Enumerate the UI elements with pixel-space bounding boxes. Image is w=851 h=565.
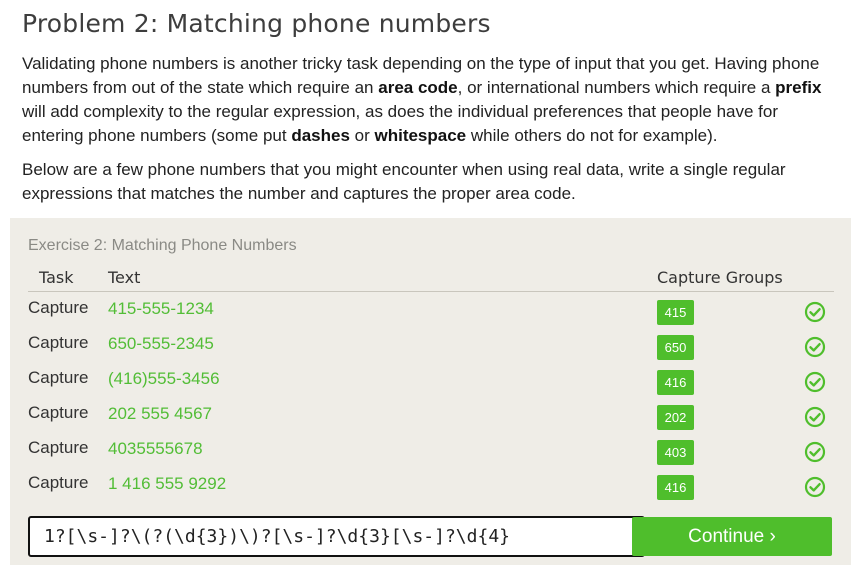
instructions-paragraph: Below are a few phone numbers that you m…	[22, 160, 786, 203]
check-circle-icon	[804, 406, 826, 428]
regex-answer-input[interactable]	[28, 516, 645, 557]
exercise-row: Capture 650-555-2345 650	[10, 331, 851, 366]
capture-group-badge: 415	[657, 300, 694, 325]
check-circle-icon	[804, 476, 826, 498]
row-text: 202 555 4567	[108, 404, 212, 423]
row-text: 650-555-2345	[108, 334, 214, 353]
column-header-text: Text	[108, 268, 141, 287]
exercise-row: Capture 202 555 4567 202	[10, 401, 851, 436]
row-task: Capture	[28, 368, 89, 387]
emphasis-prefix: prefix	[775, 78, 822, 97]
exercise-row: Capture 415-555-1234 415	[10, 296, 851, 331]
row-text: 1 416 555 9292	[108, 474, 227, 493]
check-circle-icon	[804, 336, 826, 358]
row-task: Capture	[28, 333, 89, 352]
column-header-task: Task	[39, 268, 74, 287]
row-text: 415-555-1234	[108, 299, 214, 318]
exercise-row: Capture 4035555678 403	[10, 436, 851, 471]
capture-group-badge: 403	[657, 440, 694, 465]
exercise-title: Exercise 2: Matching Phone Numbers	[28, 237, 297, 254]
row-text: (416)555-3456	[108, 369, 220, 388]
column-header-capture-groups: Capture Groups	[657, 268, 783, 287]
check-circle-icon	[804, 301, 826, 323]
row-task: Capture	[28, 473, 89, 492]
capture-group-badge: 202	[657, 405, 694, 430]
exercise-row: Capture 1 416 555 9292 416	[10, 471, 851, 506]
exercise-row: Capture (416)555-3456 416	[10, 366, 851, 401]
capture-group-badge: 650	[657, 335, 694, 360]
capture-group-badge: 416	[657, 475, 694, 500]
emphasis-area-code: area code	[378, 78, 458, 97]
page-title: Problem 2: Matching phone numbers	[22, 9, 491, 38]
row-task: Capture	[28, 438, 89, 457]
row-task: Capture	[28, 403, 89, 422]
emphasis-dashes: dashes	[291, 126, 350, 145]
continue-button[interactable]: Continue ›	[632, 517, 832, 556]
capture-group-badge: 416	[657, 370, 694, 395]
intro-paragraph: Validating phone numbers is another tric…	[22, 54, 822, 145]
row-task: Capture	[28, 298, 89, 317]
row-text: 4035555678	[108, 439, 203, 458]
header-divider	[28, 291, 834, 292]
emphasis-whitespace: whitespace	[374, 126, 467, 145]
check-circle-icon	[804, 441, 826, 463]
check-circle-icon	[804, 371, 826, 393]
exercise-panel: Exercise 2: Matching Phone Numbers Task …	[10, 218, 851, 565]
